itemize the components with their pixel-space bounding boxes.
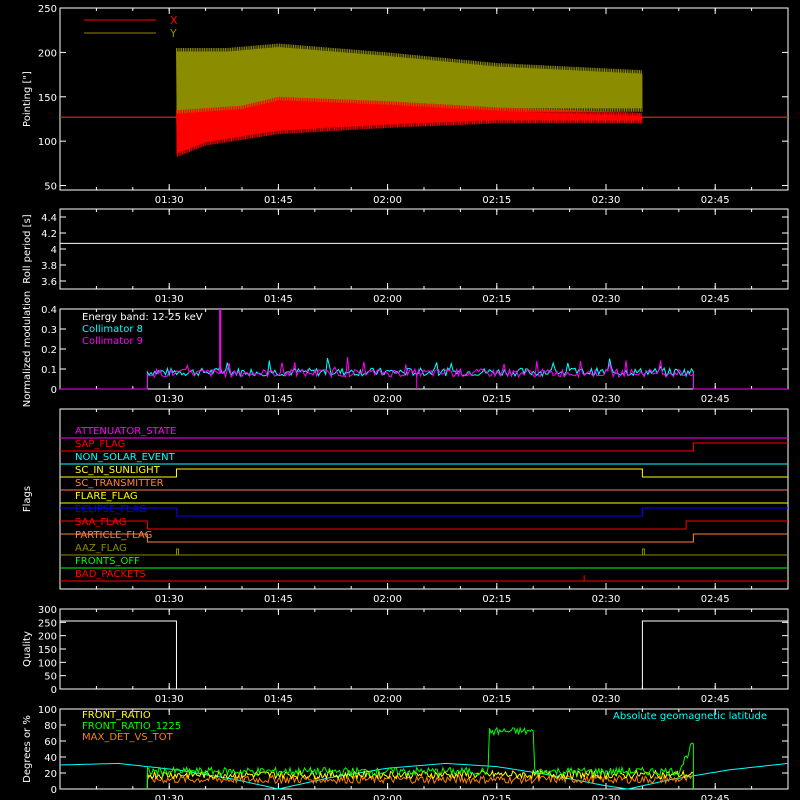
y-tick-label: 50 (44, 672, 57, 683)
y-tick-label: 200 (38, 48, 57, 59)
flag-label: NON_SOLAR_EVENT (75, 452, 176, 463)
x-tick-label: 02:30 (592, 694, 621, 705)
y-tick-label: 0 (51, 785, 57, 796)
x-tick-label: 01:30 (155, 794, 184, 800)
x-tick-label: 02:15 (482, 195, 511, 206)
x-tick-label: 02:00 (373, 694, 402, 705)
flag-label: SC_TRANSMITTER (75, 478, 164, 489)
figure: 01:30 01:45 02:00 02:15 02:30 02:45 Pointing [… (0, 0, 800, 800)
x-tick-label: 02:00 (373, 394, 402, 405)
x-tick-label: 02:45 (701, 594, 730, 605)
y-tick-label: 4.4 (41, 213, 57, 224)
y-tick-label: 4 (51, 245, 57, 256)
x-tick-label: 02:00 (373, 794, 402, 800)
legend-label: FRONT_RATIO_1225 (82, 721, 181, 732)
y-tick-label: 300 (38, 605, 57, 616)
x-tick-label: 01:45 (264, 794, 293, 800)
y-tick-label: 250 (38, 4, 57, 15)
x-tick-label: 01:30 (155, 195, 184, 206)
y-tick-label: 0.2 (41, 345, 57, 356)
x-tick-label: 01:30 (155, 694, 184, 705)
y-axis-label: Quality (22, 631, 33, 667)
legend-label: MAX_DET_VS_TOT (82, 732, 174, 743)
y-tick-label: 150 (38, 93, 57, 104)
flag-label: SAP_FLAG (75, 439, 125, 450)
x-tick-label: 01:45 (264, 294, 293, 305)
x-tick-label: 02:30 (592, 294, 621, 305)
y-tick-label: 4.2 (41, 229, 57, 240)
x-tick-label: 02:45 (701, 694, 730, 705)
x-tick-label: 01:45 (264, 694, 293, 705)
x-tick-label: 01:45 (264, 594, 293, 605)
x-tick-label: 02:00 (373, 195, 402, 206)
flag-label: FRONTS_OFF (75, 556, 140, 567)
y-axis-label: Pointing ["] (22, 71, 33, 127)
y-tick-label: 3.8 (41, 261, 57, 272)
x-tick-label: 02:15 (482, 394, 511, 405)
x-tick-label: 02:45 (701, 394, 730, 405)
y-tick-label: 50 (44, 182, 57, 193)
flag-label: ATTENUATOR_STATE (75, 426, 176, 437)
y-tick-label: 20 (44, 769, 57, 780)
flag-label: BAD_PACKETS (75, 569, 146, 580)
y-tick-label: 250 (38, 618, 57, 629)
y-tick-label: 200 (38, 632, 57, 643)
y-tick-label: 0 (51, 385, 57, 396)
y-axis-label: Flags (22, 486, 33, 512)
flag-label: SAA_FLAG (75, 517, 126, 528)
x-tick-label: 02:45 (701, 195, 730, 206)
y-axis-label: Normalized modulation (22, 291, 33, 408)
legend-label: Collimator 9 (82, 336, 143, 347)
x-tick-label: 02:15 (482, 694, 511, 705)
y-tick-label: 100 (38, 137, 57, 148)
flag-label: SC_IN_SUNLIGHT (75, 465, 161, 476)
y-tick-label: 80 (44, 721, 57, 732)
y-tick-label: 0.1 (41, 365, 57, 376)
x-tick-label: 02:15 (482, 794, 511, 800)
x-tick-label: 01:45 (264, 394, 293, 405)
y-tick-label: 100 (38, 705, 57, 716)
y-axis-label: Degrees or % (22, 715, 33, 783)
y-tick-label: 0.3 (41, 325, 57, 336)
legend-label: Y (169, 27, 177, 40)
x-tick-label: 02:45 (701, 294, 730, 305)
geomagnetic-latitude-label: Absolute geomagnetic latitude (613, 711, 767, 722)
energy-band-label: Energy band: 12-25 keV (82, 312, 203, 323)
legend-label: X (170, 14, 178, 27)
x-tick-label: 02:30 (592, 794, 621, 800)
flag-label: ECLIPSE_FLAG (75, 504, 146, 515)
y-tick-label: 40 (44, 753, 57, 764)
legend-label: FRONT_RATIO (82, 710, 151, 721)
x-tick-label: 02:15 (482, 294, 511, 305)
x-tick-label: 02:00 (373, 594, 402, 605)
flag-label: AAZ_FLAG (75, 543, 127, 554)
y-tick-label: 0.4 (41, 305, 57, 316)
y-tick-label: 150 (38, 645, 57, 656)
x-tick-label: 02:45 (701, 794, 730, 800)
x-tick-label: 02:00 (373, 294, 402, 305)
x-tick-label: 02:30 (592, 594, 621, 605)
x-tick-label: 02:30 (592, 195, 621, 206)
x-tick-label: 01:30 (155, 394, 184, 405)
x-tick-label: 02:30 (592, 394, 621, 405)
y-tick-label: 60 (44, 737, 57, 748)
x-tick-label: 01:30 (155, 294, 184, 305)
flag-label: PARTICLE_FLAG (75, 530, 152, 541)
y-tick-label: 100 (38, 658, 57, 669)
x-tick-label: 01:30 (155, 594, 184, 605)
legend-label: Collimator 8 (82, 324, 143, 335)
x-tick-label: 01:45 (264, 195, 293, 206)
x-tick-label: 02:15 (482, 594, 511, 605)
y-axis-label: Roll period [s] (22, 214, 33, 283)
y-tick-label: 0 (51, 685, 57, 696)
flag-label: FLARE_FLAG (75, 491, 138, 502)
y-tick-label: 3.6 (41, 277, 57, 288)
